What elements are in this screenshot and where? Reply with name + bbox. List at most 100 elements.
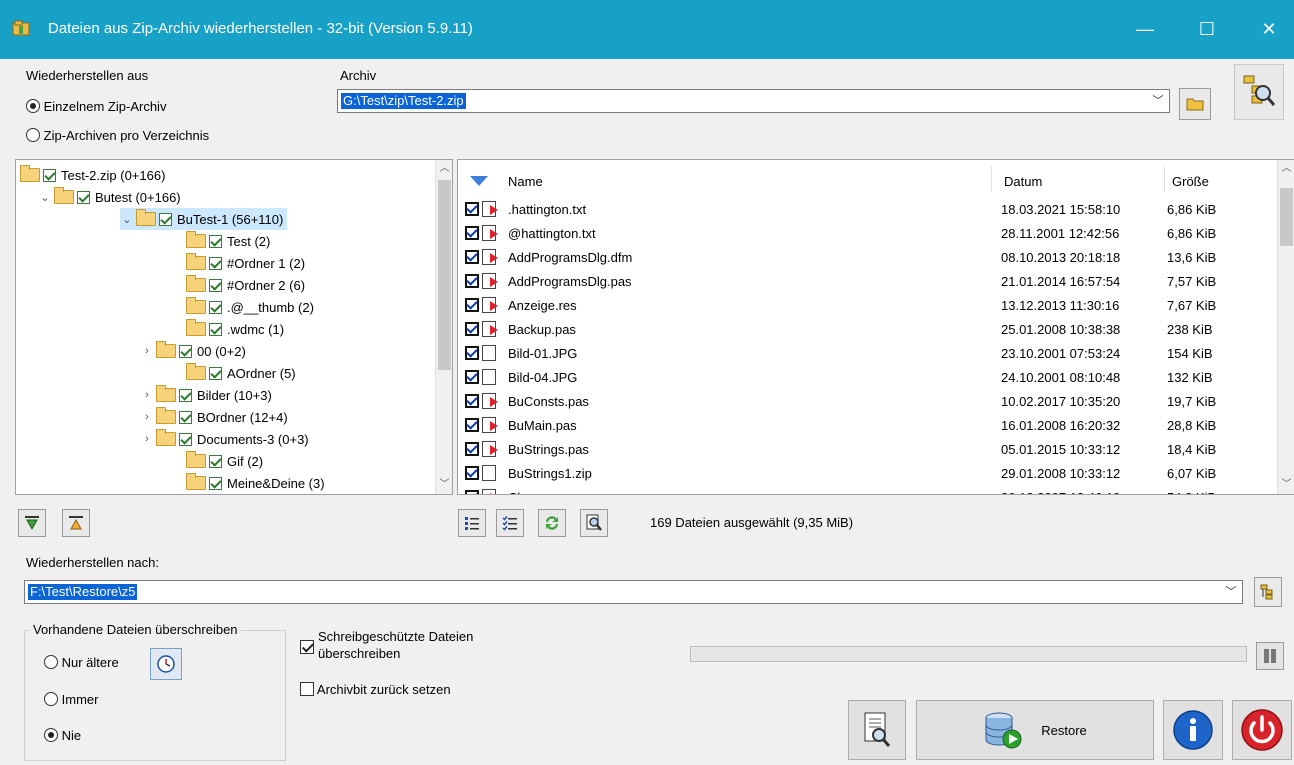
radio-per-directory[interactable]: Zip-Archiven pro Verzeichnis xyxy=(26,128,209,143)
tree-checkbox[interactable] xyxy=(179,432,192,446)
view-file-button[interactable] xyxy=(580,509,608,537)
chevron-right-icon[interactable]: › xyxy=(140,433,154,445)
file-list[interactable]: Name Datum Größe .hattington.txt 18.03.20… xyxy=(457,159,1294,495)
radio-older-only[interactable]: Nur ältere xyxy=(44,655,119,670)
tree-item[interactable]: ⌄ Butest (0+166) xyxy=(38,186,181,208)
scroll-down-icon[interactable]: ﹀ xyxy=(1278,476,1294,493)
collapse-all-button[interactable] xyxy=(62,509,90,537)
scroll-up-icon[interactable]: ︿ xyxy=(1278,160,1294,177)
tree-item[interactable]: ⌄ BuTest-1 (56+110) xyxy=(120,208,288,230)
minimize-button[interactable]: — xyxy=(1120,0,1170,59)
time-settings-button[interactable] xyxy=(150,648,182,680)
tree-checkbox[interactable] xyxy=(209,366,222,380)
tree-item[interactable]: Gif (2) xyxy=(170,450,263,472)
tree-checkbox[interactable] xyxy=(209,476,222,490)
show-log-button[interactable] xyxy=(848,700,906,760)
tree-item[interactable]: .@__thumb (2) xyxy=(170,296,314,318)
radio-indicator[interactable] xyxy=(26,128,40,142)
file-checkbox[interactable] xyxy=(465,202,479,216)
chevron-right-icon[interactable]: › xyxy=(140,389,154,401)
file-checkbox[interactable] xyxy=(465,322,479,336)
file-checkbox[interactable] xyxy=(465,490,479,494)
tree-item[interactable]: › Bilder (10+3) xyxy=(140,384,272,406)
tree-checkbox[interactable] xyxy=(179,410,192,424)
archive-combobox[interactable]: G:\Test\zip\Test-2.zip ﹀ xyxy=(337,89,1170,113)
tree-checkbox[interactable] xyxy=(159,212,172,226)
file-list-scrollbar[interactable]: ︿ ﹀ xyxy=(1277,160,1294,494)
file-checkbox[interactable] xyxy=(465,274,479,288)
file-row[interactable]: Bild-01.JPG 23.10.2001 07:53:24 154 KiB xyxy=(458,341,1258,365)
file-row[interactable]: BuStrings.pas 05.01.2015 10:33:12 18,4 KiB xyxy=(458,437,1258,461)
tree-checkbox[interactable] xyxy=(43,168,56,182)
file-row[interactable]: @hattington.txt 28.11.2001 12:42:56 6,86 K… xyxy=(458,221,1258,245)
refresh-button[interactable] xyxy=(538,509,566,537)
tree-checkbox[interactable] xyxy=(209,256,222,270)
checkbox-indicator[interactable] xyxy=(300,640,314,654)
file-row[interactable]: Cleanup.pas 26.12.2007 13:46:10 54,8 KiB xyxy=(458,485,1258,494)
radio-indicator[interactable] xyxy=(44,655,58,669)
scroll-thumb[interactable] xyxy=(438,180,451,370)
scroll-up-icon[interactable]: ︿ xyxy=(436,160,452,177)
file-checkbox[interactable] xyxy=(465,370,479,384)
tree-item[interactable]: Test-2.zip (0+166) xyxy=(20,164,165,186)
tree-item[interactable]: › 00 (0+2) xyxy=(140,340,246,362)
tree-checkbox[interactable] xyxy=(179,344,192,358)
browse-archive-button[interactable] xyxy=(1179,88,1211,120)
tree-item[interactable]: Test (2) xyxy=(170,230,270,252)
exit-button[interactable] xyxy=(1232,700,1292,760)
file-row[interactable]: Bild-04.JPG 24.10.2001 08:10:48 132 KiB xyxy=(458,365,1258,389)
tree-item[interactable]: › BOrdner (12+4) xyxy=(140,406,288,428)
tree-item[interactable]: .wdmc (1) xyxy=(170,318,284,340)
tree-checkbox[interactable] xyxy=(179,388,192,402)
tree-item[interactable]: Meine&Deine (3) xyxy=(170,472,325,494)
info-button[interactable] xyxy=(1163,700,1223,760)
search-archive-button[interactable] xyxy=(1234,64,1284,120)
tree-checkbox[interactable] xyxy=(209,322,222,336)
radio-single-archive[interactable]: Einzelnem Zip-Archiv xyxy=(26,99,166,114)
tree-item[interactable]: AOrdner (5) xyxy=(170,362,296,384)
pause-button[interactable] xyxy=(1256,642,1284,670)
file-checkbox[interactable] xyxy=(465,418,479,432)
file-checkbox[interactable] xyxy=(465,394,479,408)
file-checkbox[interactable] xyxy=(465,226,479,240)
file-row[interactable]: AddProgramsDlg.pas 21.01.2014 16:57:54 7,5… xyxy=(458,269,1258,293)
radio-indicator[interactable] xyxy=(26,99,40,113)
file-row[interactable]: BuMain.pas 16.01.2008 16:20:32 28,8 KiB xyxy=(458,413,1258,437)
overwrite-readonly-checkbox[interactable] xyxy=(300,640,314,655)
scroll-down-icon[interactable]: ﹀ xyxy=(436,476,452,493)
radio-always[interactable]: Immer xyxy=(44,692,98,707)
chevron-down-icon[interactable]: ⌄ xyxy=(120,213,134,226)
chevron-down-icon[interactable]: ﹀ xyxy=(1224,584,1238,600)
column-size[interactable]: Größe xyxy=(1172,174,1209,189)
restore-to-combobox[interactable]: F:\Test\Restore\z5 ﹀ xyxy=(24,580,1243,604)
file-row[interactable]: AddProgramsDlg.dfm 08.10.2013 20:18:18 13,… xyxy=(458,245,1258,269)
tree-checkbox[interactable] xyxy=(209,454,222,468)
file-checkbox[interactable] xyxy=(465,442,479,456)
column-date[interactable]: Datum xyxy=(1004,174,1042,189)
chevron-right-icon[interactable]: › xyxy=(140,411,154,423)
tree-checkbox[interactable] xyxy=(209,300,222,314)
tree-scrollbar[interactable]: ︿ ﹀ xyxy=(435,160,452,494)
file-row[interactable]: .hattington.txt 18.03.2021 15:58:10 6,86 K… xyxy=(458,197,1258,221)
radio-indicator[interactable] xyxy=(44,728,58,742)
tree-checkbox[interactable] xyxy=(209,234,222,248)
reset-archivebit-checkbox[interactable]: Archivbit zurück setzen xyxy=(300,682,451,697)
checkbox-indicator[interactable] xyxy=(300,682,314,696)
tree-checkbox[interactable] xyxy=(209,278,222,292)
chevron-right-icon[interactable]: › xyxy=(140,345,154,357)
tree-checkbox[interactable] xyxy=(77,190,90,204)
expand-all-button[interactable] xyxy=(18,509,46,537)
scroll-thumb[interactable] xyxy=(1280,188,1293,246)
close-button[interactable]: ✕ xyxy=(1244,0,1294,59)
column-name[interactable]: Name xyxy=(508,174,543,189)
file-checkbox[interactable] xyxy=(465,298,479,312)
select-all-button[interactable] xyxy=(458,509,486,537)
sort-desc-icon[interactable] xyxy=(470,176,488,186)
tree-item[interactable]: › Documents-3 (0+3) xyxy=(140,428,309,450)
check-list-button[interactable] xyxy=(496,509,524,537)
file-row[interactable]: Anzeige.res 13.12.2013 11:30:16 7,67 KiB xyxy=(458,293,1258,317)
radio-never[interactable]: Nie xyxy=(44,728,81,743)
file-checkbox[interactable] xyxy=(465,346,479,360)
maximize-button[interactable]: ☐ xyxy=(1182,0,1232,59)
file-checkbox[interactable] xyxy=(465,250,479,264)
